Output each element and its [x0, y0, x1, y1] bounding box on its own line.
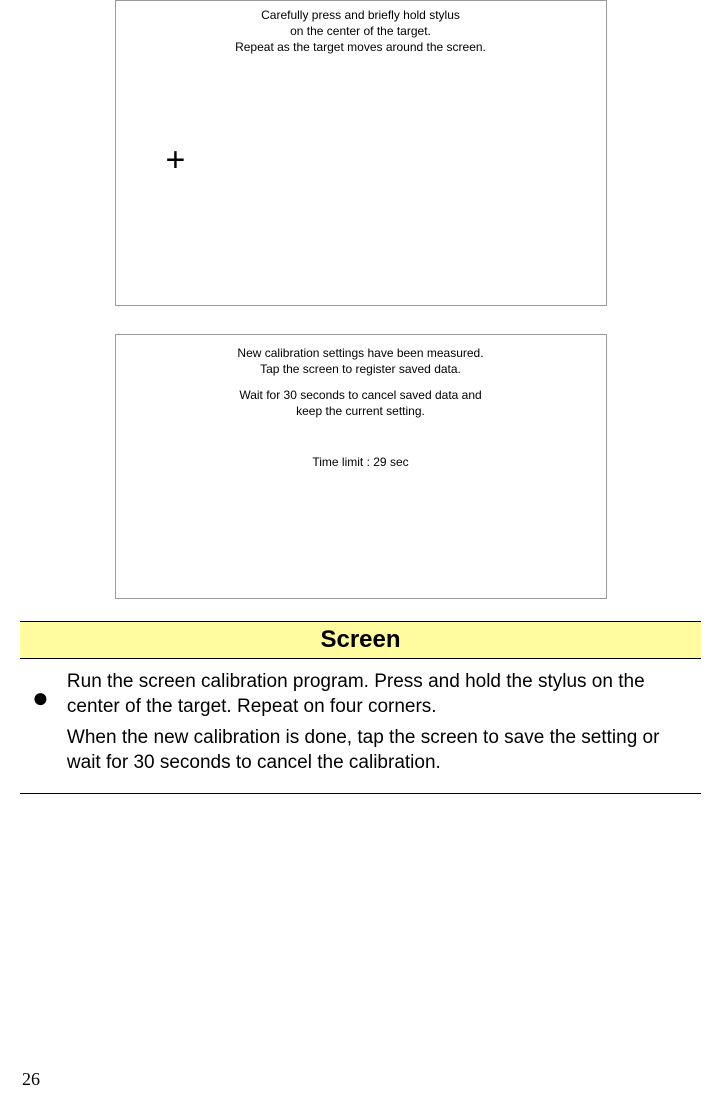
- calibration-instruction-line1: Carefully press and briefly hold stylus: [116, 7, 606, 23]
- section-body: ● Run the screen calibration program. Pr…: [20, 659, 701, 794]
- calibration-instruction-line2: on the center of the target.: [116, 23, 606, 39]
- calibration-result-line1: New calibration settings have been measu…: [116, 345, 606, 361]
- crosshair-icon: +: [166, 141, 186, 180]
- calibration-result-block2: Wait for 30 seconds to cancel saved data…: [116, 377, 606, 419]
- calibration-screen-2: New calibration settings have been measu…: [115, 334, 607, 599]
- calibration-result-line3: Wait for 30 seconds to cancel saved data…: [116, 387, 606, 403]
- calibration-screen-1: Carefully press and briefly hold stylus …: [115, 0, 607, 306]
- section-title: Screen: [20, 621, 701, 659]
- calibration-result-block1: New calibration settings have been measu…: [116, 335, 606, 377]
- time-limit-text: Time limit : 29 sec: [116, 419, 606, 469]
- section-text: Run the screen calibration program. Pres…: [67, 669, 695, 781]
- calibration-instruction: Carefully press and briefly hold stylus …: [116, 1, 606, 55]
- section-para1: Run the screen calibration program. Pres…: [67, 669, 695, 719]
- screen-section: Screen ● Run the screen calibration prog…: [20, 621, 701, 794]
- calibration-result-line2: Tap the screen to register saved data.: [116, 361, 606, 377]
- bullet-icon: ●: [32, 687, 49, 709]
- calibration-instruction-line3: Repeat as the target moves around the sc…: [116, 39, 606, 55]
- section-para2: When the new calibration is done, tap th…: [67, 725, 695, 775]
- page-number: 26: [22, 1069, 40, 1090]
- calibration-result-line4: keep the current setting.: [116, 403, 606, 419]
